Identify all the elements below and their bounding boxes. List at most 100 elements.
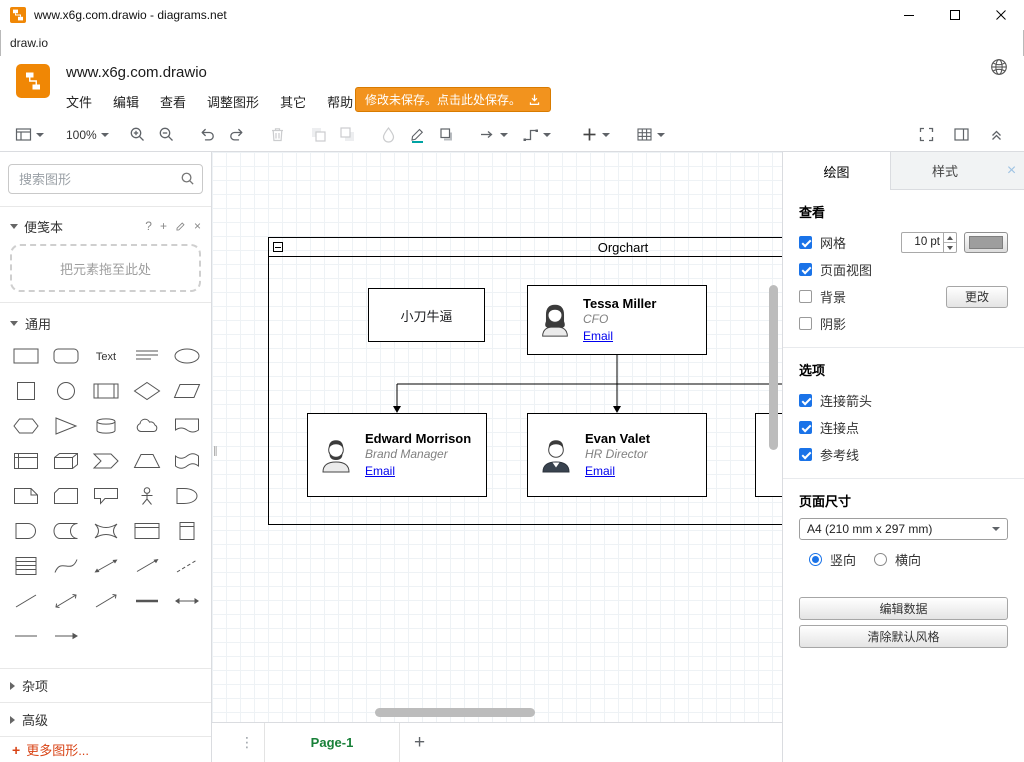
portrait-radio[interactable] [809, 553, 822, 566]
process-shape[interactable] [86, 373, 126, 408]
scratchpad-add-icon[interactable]: + [160, 219, 167, 233]
tab-diagram[interactable]: 绘图 [783, 152, 891, 190]
scratchpad-header[interactable]: 便笺本 ? + × [10, 214, 201, 238]
card-shape[interactable] [46, 478, 86, 513]
step-shape[interactable] [86, 443, 126, 478]
insert-dropdown[interactable] [578, 123, 613, 146]
guides-checkbox[interactable] [799, 448, 812, 461]
node-tessa-miller[interactable]: Tessa Miller CFO Email [527, 285, 707, 355]
ellipse-shape[interactable] [167, 338, 207, 373]
switch-shape[interactable] [86, 513, 126, 548]
grid-size-input[interactable]: 10 pt [901, 232, 957, 253]
vertical-container-shape[interactable] [167, 513, 207, 548]
clear-default-style-button[interactable]: 清除默认风格 [799, 625, 1008, 648]
and-shape[interactable] [6, 513, 46, 548]
textbox-shape[interactable] [127, 338, 167, 373]
section-advanced[interactable]: 高级 [0, 702, 211, 736]
pages-menu-icon[interactable]: ⋮ [240, 734, 254, 751]
minimize-button[interactable] [886, 0, 932, 30]
tape-shape[interactable] [167, 443, 207, 478]
shadow-button[interactable] [435, 123, 458, 146]
spin-down-icon[interactable] [944, 243, 956, 252]
menu-extras[interactable]: 其它 [278, 90, 308, 113]
close-panel-icon[interactable]: × [999, 152, 1024, 190]
directional-connector-shape[interactable] [86, 583, 126, 618]
parallelogram-shape[interactable] [167, 373, 207, 408]
diamond-shape[interactable] [127, 373, 167, 408]
add-page-button[interactable]: + [414, 732, 425, 754]
double-arrow-shape[interactable] [167, 583, 207, 618]
arrow-shape[interactable] [127, 548, 167, 583]
filled-arrow-shape[interactable] [46, 618, 86, 653]
trapezoid-shape[interactable] [127, 443, 167, 478]
list-shape[interactable] [6, 548, 46, 583]
cube-shape[interactable] [46, 443, 86, 478]
delete-button[interactable] [266, 123, 289, 146]
to-back-button[interactable] [336, 123, 359, 146]
spin-up-icon[interactable] [944, 233, 956, 243]
scratchpad-help-icon[interactable]: ? [145, 219, 152, 233]
view-dropdown[interactable] [12, 123, 47, 146]
spinner-arrows[interactable] [943, 233, 956, 252]
horizontal-scrollbar[interactable] [375, 708, 535, 717]
line-shape[interactable] [6, 583, 46, 618]
callout-shape[interactable] [86, 478, 126, 513]
format-panel-toggle[interactable] [950, 123, 973, 146]
section-misc[interactable]: 杂项 [0, 668, 211, 702]
internal-storage-shape[interactable] [6, 443, 46, 478]
bidirectional-connector-shape[interactable] [46, 583, 86, 618]
rectangle-shape[interactable] [6, 338, 46, 373]
circle-shape[interactable] [46, 373, 86, 408]
menu-file[interactable]: 文件 [64, 90, 94, 113]
node-edward-morrison[interactable]: Edward Morrison Brand Manager Email [307, 413, 487, 497]
scratchpad-drop-area[interactable]: 把元素拖至此处 [10, 244, 201, 292]
text-shape[interactable]: Text [86, 338, 126, 373]
tab-style[interactable]: 样式 [891, 152, 999, 190]
close-button[interactable] [978, 0, 1024, 30]
or-shape[interactable] [167, 478, 207, 513]
document-shape[interactable] [167, 408, 207, 443]
fill-color-button[interactable] [377, 123, 400, 146]
menu-arrange[interactable]: 调整图形 [205, 90, 261, 113]
container-shape[interactable] [127, 513, 167, 548]
scratchpad-close-icon[interactable]: × [194, 219, 201, 233]
page-tab[interactable]: Page-1 [264, 723, 400, 762]
menu-edit[interactable]: 编辑 [111, 90, 141, 113]
grid-color-button[interactable] [964, 232, 1008, 253]
cloud-shape[interactable] [127, 408, 167, 443]
page-view-checkbox[interactable] [799, 263, 812, 276]
email-link[interactable]: Email [365, 464, 395, 478]
line-color-button[interactable] [406, 123, 429, 146]
email-link[interactable]: Email [585, 464, 615, 478]
save-banner[interactable]: 修改未保存。点击此处保存。 [355, 87, 551, 112]
table-dropdown[interactable] [633, 123, 668, 146]
cylinder-shape[interactable] [86, 408, 126, 443]
connection-style-dropdown[interactable] [476, 123, 511, 146]
email-link[interactable]: Email [583, 329, 613, 343]
node-evan-valet[interactable]: Evan Valet HR Director Email [527, 413, 707, 497]
maximize-button[interactable] [932, 0, 978, 30]
page-size-select[interactable]: A4 (210 mm x 297 mm) [799, 518, 1008, 540]
edit-data-button[interactable]: 编辑数据 [799, 597, 1008, 620]
background-checkbox[interactable] [799, 290, 812, 303]
more-shapes-button[interactable]: + 更多图形... [0, 736, 211, 762]
data-storage-shape[interactable] [46, 513, 86, 548]
dashed-line-shape[interactable] [167, 548, 207, 583]
grid-checkbox[interactable] [799, 236, 812, 249]
bold-line-shape[interactable] [127, 583, 167, 618]
note-shape[interactable] [6, 478, 46, 513]
fullscreen-button[interactable] [915, 123, 938, 146]
connection-points-checkbox[interactable] [799, 421, 812, 434]
menu-view[interactable]: 查看 [158, 90, 188, 113]
shadow-checkbox[interactable] [799, 317, 812, 330]
triangle-shape[interactable] [46, 408, 86, 443]
vertical-scrollbar[interactable] [769, 285, 778, 450]
redo-button[interactable] [225, 123, 248, 146]
rounded-rectangle-shape[interactable] [46, 338, 86, 373]
language-icon[interactable] [990, 58, 1008, 76]
zoom-in-button[interactable] [126, 123, 149, 146]
curve-shape[interactable] [46, 548, 86, 583]
horizontal-line-shape[interactable] [6, 618, 46, 653]
to-front-button[interactable] [307, 123, 330, 146]
landscape-radio[interactable] [874, 553, 887, 566]
